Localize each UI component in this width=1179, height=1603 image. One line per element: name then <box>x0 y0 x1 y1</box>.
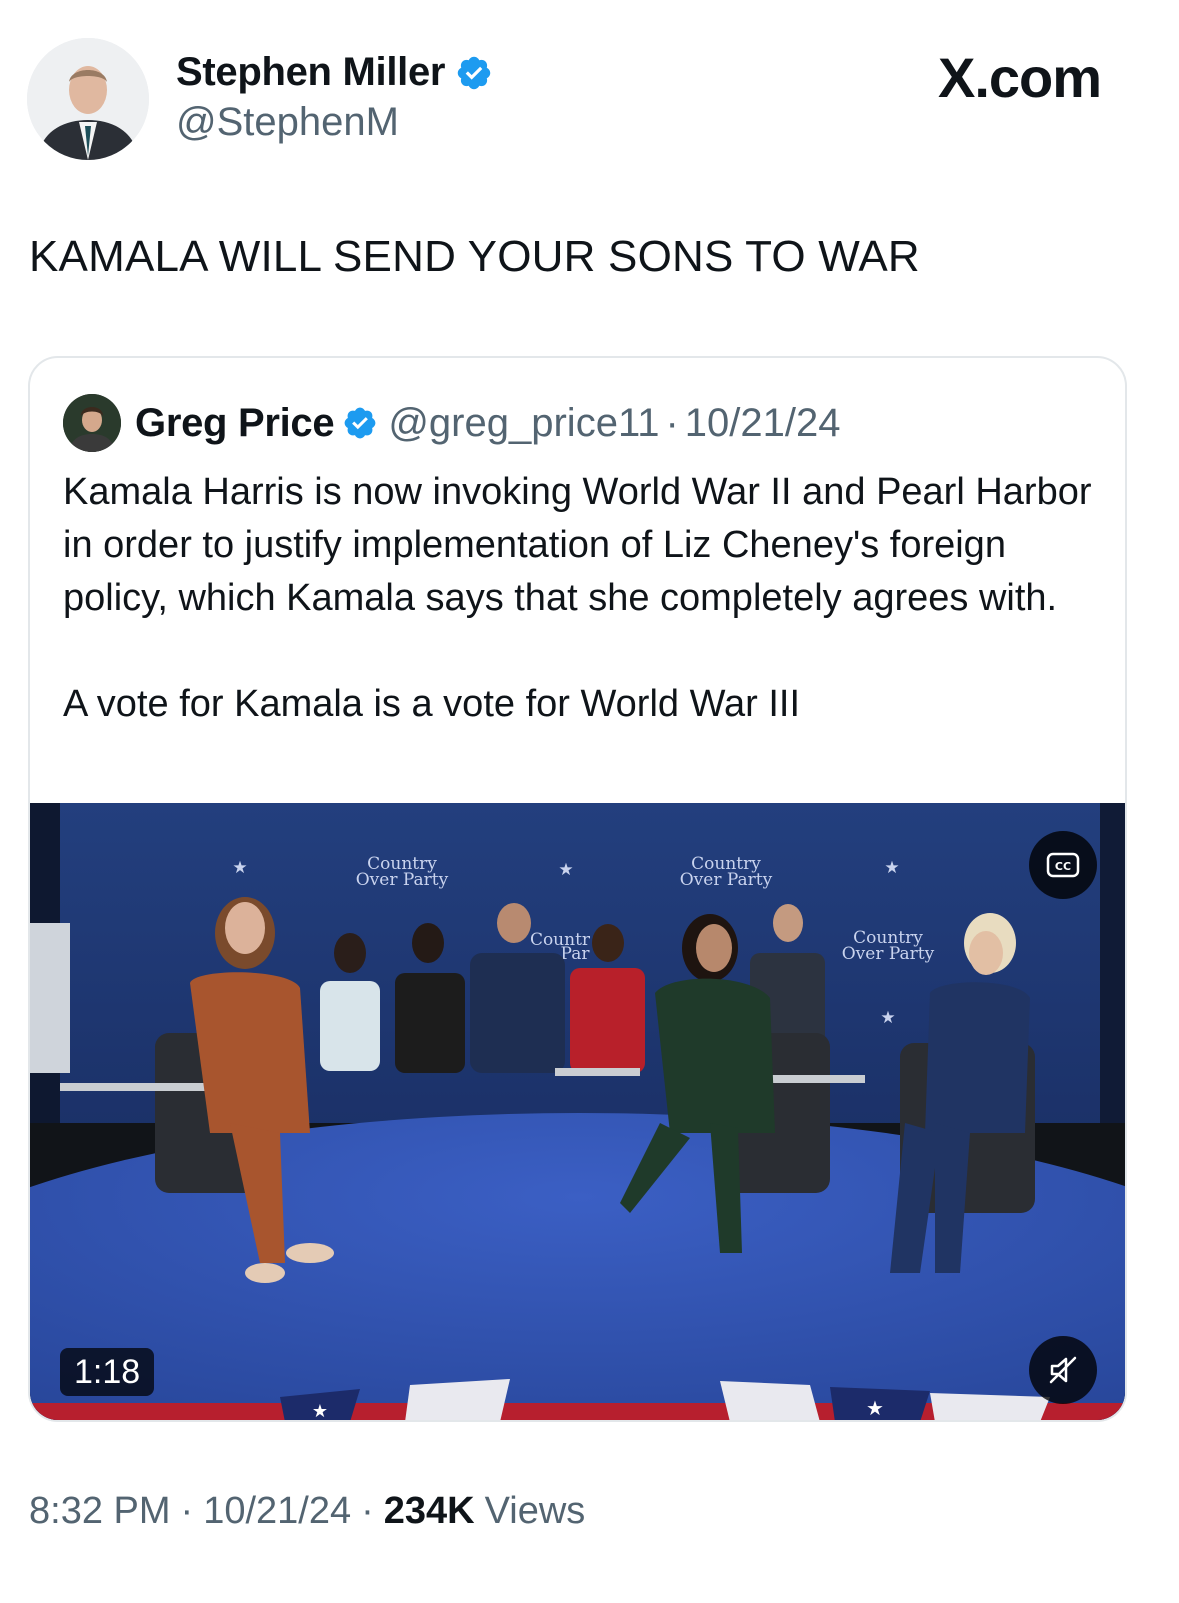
backdrop-logo-line2: Over Party <box>356 870 449 890</box>
quoted-author-handle[interactable]: @greg_price11 <box>388 401 659 446</box>
post-date[interactable]: 10/21/24 <box>203 1490 351 1533</box>
author-name[interactable]: Stephen Miller <box>176 50 493 95</box>
svg-text:★: ★ <box>232 858 247 878</box>
svg-text:★: ★ <box>884 858 899 878</box>
quoted-paragraph-2: A vote for Kamala is a vote for World Wa… <box>63 683 801 725</box>
author-handle[interactable]: @StephenM <box>176 100 399 145</box>
mute-button[interactable] <box>1029 1336 1097 1404</box>
quoted-post-header: Greg Price @greg_price11 · 10/21/24 <box>63 392 841 454</box>
post-metadata: 8:32 PM · 10/21/24 · 234K Views <box>29 1490 585 1533</box>
x-com-logo: X.com <box>938 46 1102 109</box>
verified-badge-icon <box>344 407 376 439</box>
speaker-muted-icon <box>1049 1356 1077 1384</box>
quoted-author-avatar[interactable] <box>63 394 121 452</box>
separator-dot: · <box>180 1490 194 1532</box>
svg-text:★: ★ <box>866 1398 884 1420</box>
closed-captions-button[interactable]: CC <box>1029 831 1097 899</box>
author-name-text: Stephen Miller <box>176 50 446 94</box>
views-label: Views <box>484 1490 586 1532</box>
quoted-author-avatar-image <box>63 394 121 452</box>
post-header: Stephen Miller @StephenM X.com <box>0 0 1179 190</box>
quoted-post-date[interactable]: 10/21/24 <box>685 401 841 446</box>
video-duration: 1:18 <box>60 1348 155 1396</box>
views-count[interactable]: 234K <box>384 1490 475 1533</box>
quoted-post-card[interactable]: Greg Price @greg_price11 · 10/21/24 Kama… <box>28 356 1127 1422</box>
svg-text:★: ★ <box>880 1008 895 1028</box>
closed-captions-icon: CC <box>1046 852 1080 878</box>
author-avatar[interactable] <box>27 38 149 160</box>
separator-dot: · <box>665 400 679 445</box>
svg-text:CC: CC <box>1055 860 1071 873</box>
post-time[interactable]: 8:32 PM <box>29 1490 171 1533</box>
backdrop-logo-line2: Over Party <box>842 944 935 964</box>
separator-dot: · <box>361 1490 374 1532</box>
svg-text:★: ★ <box>312 1401 328 1421</box>
verified-badge-icon <box>457 56 491 89</box>
video-player[interactable]: Country Over Party Country Over Party Co… <box>30 803 1125 1421</box>
backdrop-logo-partial-line2: Par <box>561 944 591 964</box>
backdrop-logo-line2: Over Party <box>680 870 773 890</box>
video-frame: Country Over Party Country Over Party Co… <box>30 803 1125 1421</box>
post-text: KAMALA WILL SEND YOUR SONS TO WAR <box>29 232 920 281</box>
quoted-author-name[interactable]: Greg Price <box>135 401 335 446</box>
quoted-paragraph-1: Kamala Harris is now invoking World War … <box>63 471 1092 619</box>
svg-text:★: ★ <box>558 860 573 880</box>
quoted-post-text: Kamala Harris is now invoking World War … <box>63 466 1103 731</box>
author-avatar-image <box>27 38 149 160</box>
